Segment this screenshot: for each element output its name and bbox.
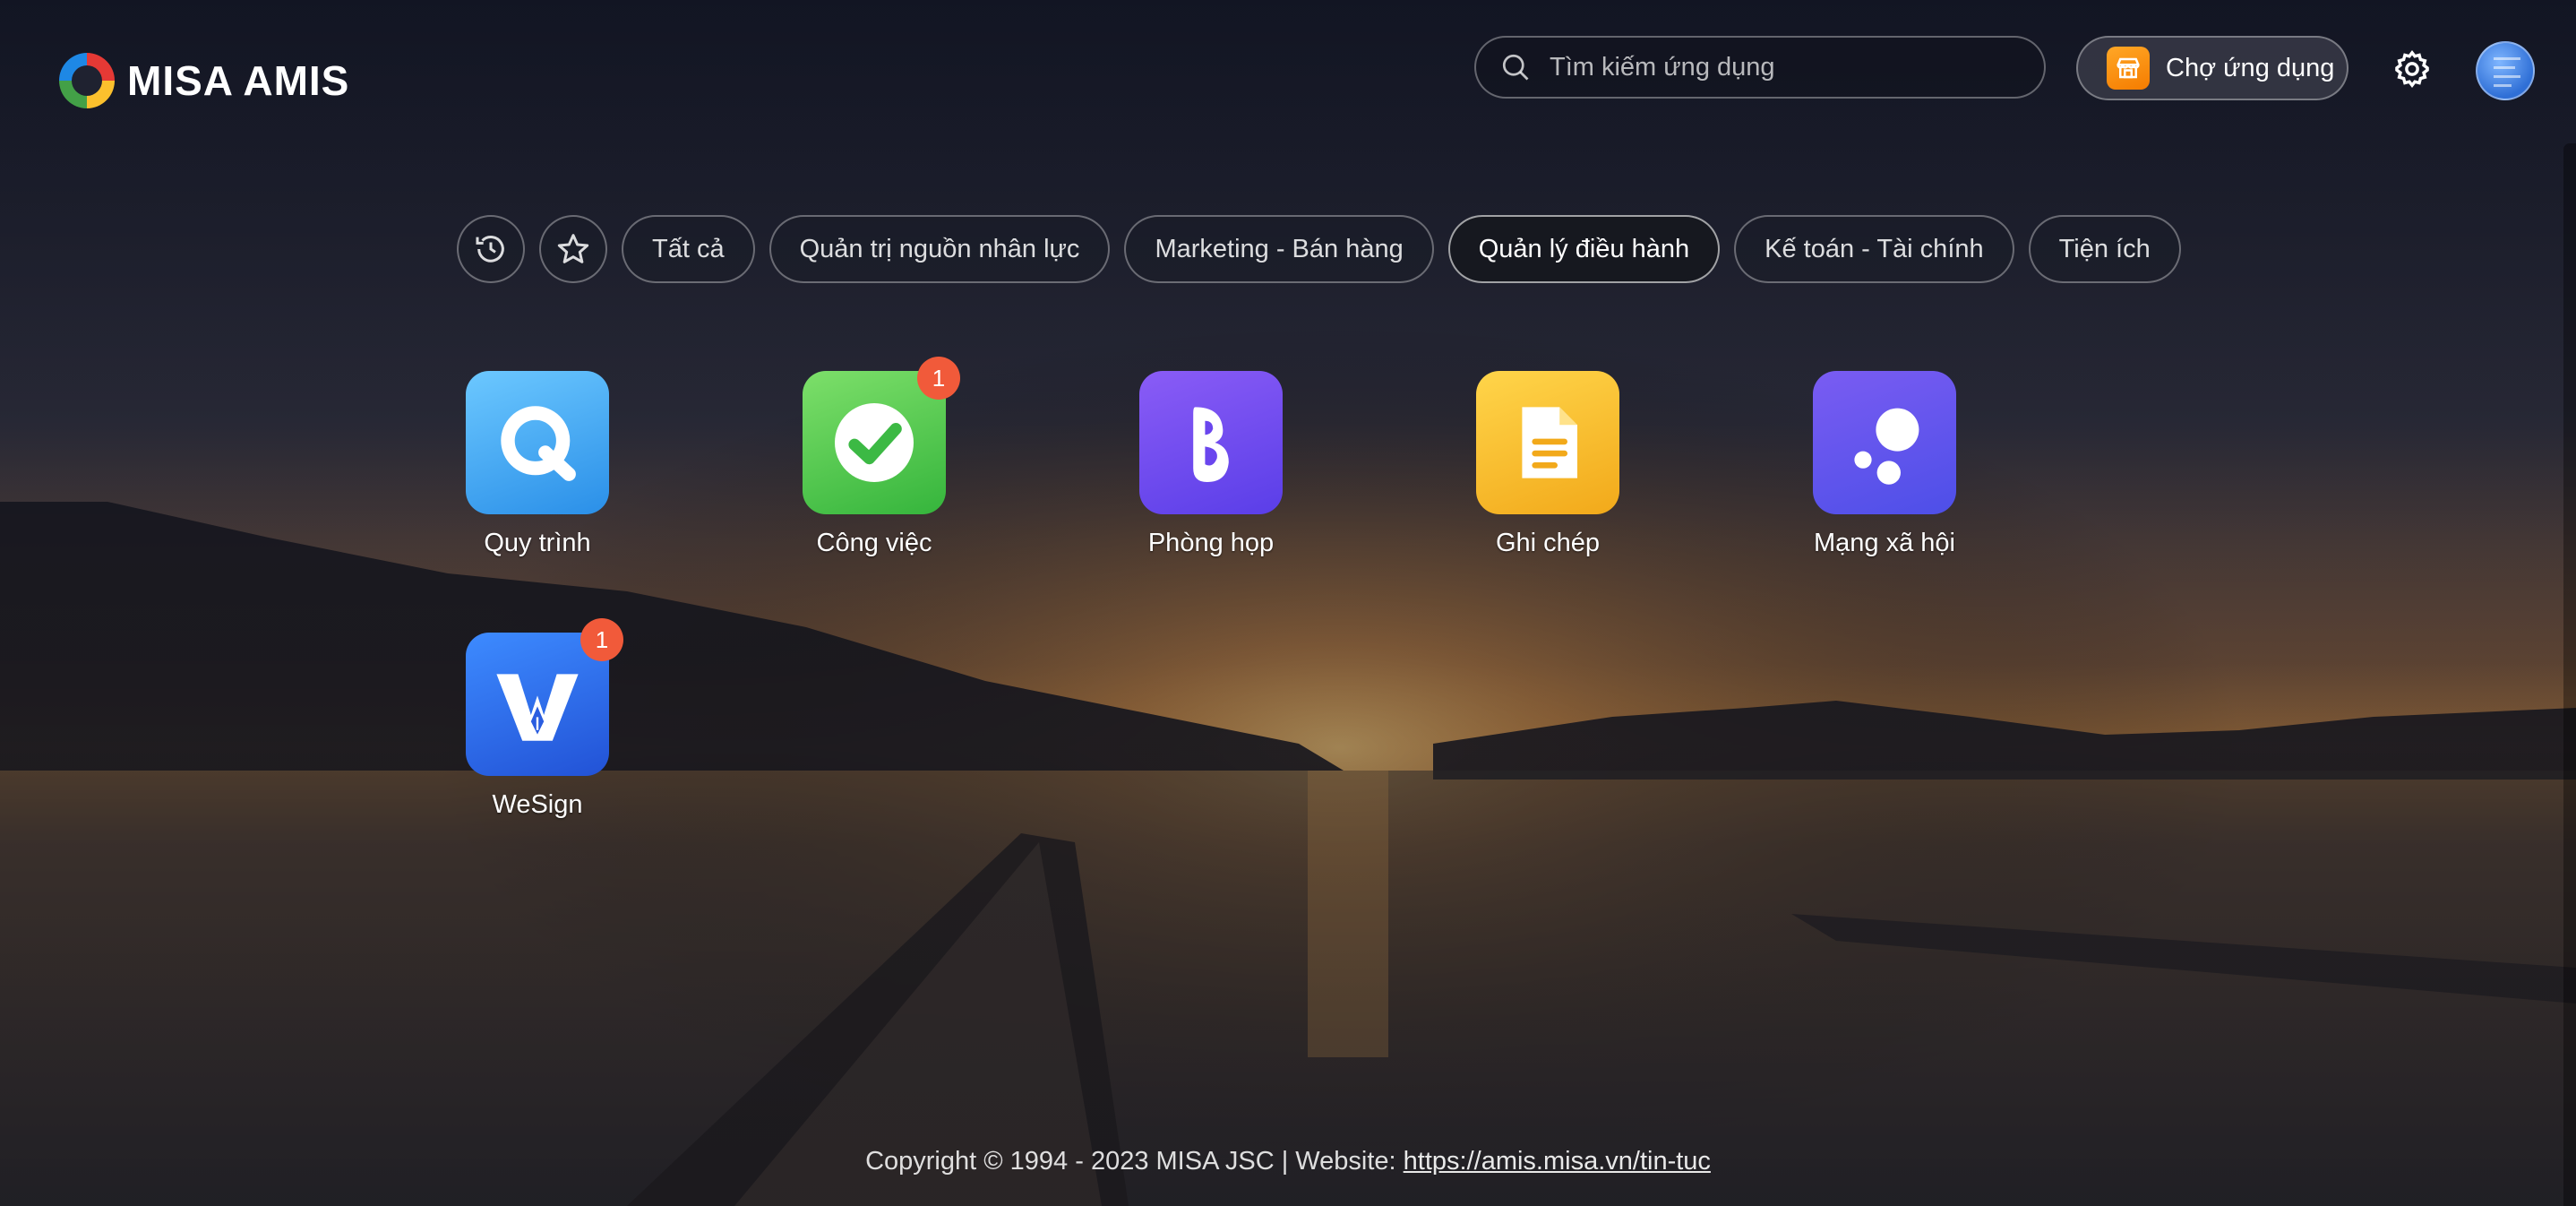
- app-label: Công việc: [816, 529, 932, 557]
- notification-badge: 1: [917, 357, 960, 400]
- app-ghi-chep[interactable]: Ghi chép: [1440, 371, 1655, 558]
- app-quy-trinh[interactable]: Quy trình: [430, 371, 645, 558]
- search-icon: [1502, 54, 1529, 81]
- website-link[interactable]: https://amis.misa.vn/tin-tuc: [1404, 1147, 1711, 1176]
- settings-gear-icon[interactable]: [2391, 48, 2433, 90]
- tab-marketing-sales[interactable]: Marketing - Bán hàng: [1124, 215, 1434, 283]
- store-icon: [2107, 47, 2150, 90]
- tab-utilities[interactable]: Tiện ích: [2028, 215, 2181, 283]
- search-input[interactable]: [1548, 51, 2044, 83]
- app-label: Phòng họp: [1147, 529, 1275, 557]
- copyright-text: Copyright © 1994 - 2023 MISA JSC | Websi…: [865, 1147, 1404, 1176]
- app-label: Ghi chép: [1495, 529, 1601, 557]
- app-phong-hop[interactable]: Phòng họp: [1103, 371, 1318, 558]
- cong-viec-icon: 1: [803, 357, 960, 514]
- app-label: Quy trình: [484, 529, 591, 557]
- app-cong-viec[interactable]: 1 Công việc: [767, 357, 982, 558]
- tab-accounting-finance[interactable]: Kế toán - Tài chính: [1734, 215, 2014, 283]
- app-market-button[interactable]: Chợ ứng dụng: [2076, 36, 2348, 100]
- tab-hr[interactable]: Quản trị nguồn nhân lực: [769, 215, 1111, 283]
- quy-trinh-icon: [466, 371, 609, 514]
- brand-name: MISA AMIS: [127, 57, 350, 104]
- page-scrollbar[interactable]: [2563, 143, 2576, 1206]
- tab-recent[interactable]: [457, 215, 525, 283]
- search-box[interactable]: [1474, 36, 2046, 99]
- tab-management[interactable]: Quản lý điều hành: [1447, 215, 1721, 283]
- background-image: [0, 0, 2576, 1206]
- star-icon: [557, 234, 589, 263]
- phong-hop-icon: [1139, 371, 1283, 514]
- category-tabs: Tất cả Quản trị nguồn nhân lực Marketing…: [457, 215, 2181, 283]
- notification-badge: 1: [580, 618, 623, 661]
- user-avatar[interactable]: [2476, 41, 2535, 100]
- brand-logo[interactable]: MISA AMIS: [59, 52, 349, 109]
- wesign-icon: 1: [466, 618, 623, 776]
- tab-all[interactable]: Tất cả: [622, 215, 755, 283]
- mang-xa-hoi-icon: [1813, 371, 1956, 514]
- app-market-label: Chợ ứng dụng: [2166, 53, 2335, 82]
- app-mang-xa-hoi[interactable]: Mạng xã hội: [1777, 371, 1992, 558]
- tab-favorites[interactable]: [539, 215, 607, 283]
- app-label: WeSign: [492, 790, 583, 819]
- misa-logo-icon: [59, 53, 115, 108]
- app-label: Mạng xã hội: [1814, 529, 1955, 557]
- ghi-chep-icon: [1476, 371, 1619, 514]
- footer: Copyright © 1994 - 2023 MISA JSC | Websi…: [0, 1147, 2576, 1176]
- history-icon: [476, 236, 504, 263]
- app-wesign[interactable]: 1 WeSign: [430, 618, 645, 820]
